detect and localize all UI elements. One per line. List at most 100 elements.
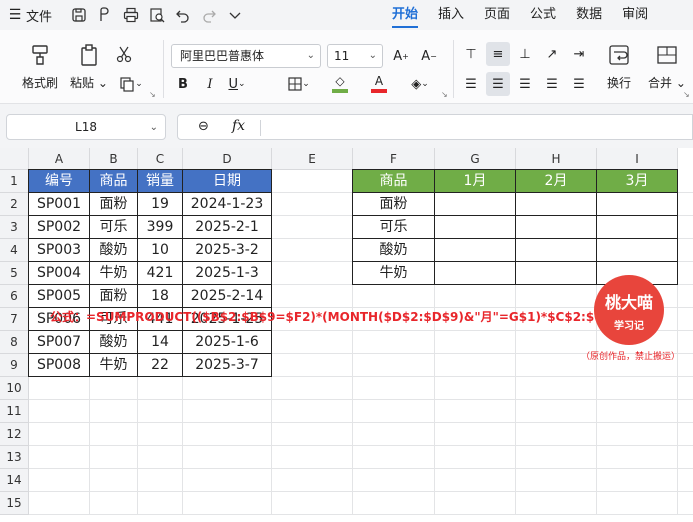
zoom-icon[interactable]: ⊖ (198, 119, 209, 134)
table1-cell[interactable]: 2025-3-7 (183, 354, 271, 376)
table1-cell[interactable]: SP001 (29, 193, 89, 215)
table2-header-cell[interactable]: 2月 (516, 170, 596, 192)
table2-header-cell[interactable]: 3月 (597, 170, 677, 192)
hamburger-menu-icon[interactable]: ☰ (4, 7, 26, 23)
table2-empty-cell[interactable] (597, 216, 677, 238)
table2-empty-cell[interactable] (516, 262, 596, 284)
table2-item-cell[interactable]: 酸奶 (353, 239, 434, 261)
row-header-9[interactable]: 9 (0, 354, 29, 377)
row-header-13[interactable]: 13 (0, 446, 29, 469)
name-box[interactable]: L18 ⌄ (6, 114, 166, 140)
tab-formulas[interactable]: 公式 (520, 0, 566, 30)
row-header-12[interactable]: 12 (0, 423, 29, 446)
increase-font-icon[interactable]: A + (389, 44, 413, 68)
row-header-15[interactable]: 15 (0, 492, 29, 515)
paste-button[interactable]: 粘贴 ⌄ (70, 42, 108, 91)
table1-header-cell[interactable]: 编号 (29, 170, 89, 192)
fx-icon[interactable]: fx (232, 118, 245, 134)
column-header-d[interactable]: D (183, 148, 272, 170)
indent-icon[interactable]: ⇥ (567, 42, 591, 66)
select-all-corner[interactable] (0, 148, 29, 170)
table2-empty-cell[interactable] (435, 262, 515, 284)
table1-cell[interactable]: SP007 (29, 331, 89, 353)
table1-cell[interactable]: 酸奶 (90, 239, 137, 261)
font-name-select[interactable]: 阿里巴巴普惠体 ⌄ (171, 44, 321, 68)
table2-header-cell[interactable]: 商品 (353, 170, 434, 192)
table1-cell[interactable]: 牛奶 (90, 354, 137, 376)
row-header-1[interactable]: 1 (0, 170, 29, 193)
table2-empty-cell[interactable] (597, 239, 677, 261)
justify-icon[interactable]: ☰ (540, 72, 564, 96)
table1-cell[interactable]: 牛奶 (90, 262, 137, 284)
row-header-10[interactable]: 10 (0, 377, 29, 400)
font-size-select[interactable]: 11 ⌄ (327, 44, 383, 68)
font-color-icon[interactable]: A (364, 72, 394, 96)
align-top-icon[interactable]: ⊤ (459, 42, 483, 66)
copy-icon[interactable]: ⌄ (116, 72, 146, 96)
tab-data[interactable]: 数据 (566, 0, 612, 30)
table1-header-cell[interactable]: 日期 (183, 170, 271, 192)
cut-icon[interactable] (112, 42, 136, 66)
orientation-icon[interactable]: ↗ (540, 42, 564, 66)
row-header-5[interactable]: 5 (0, 262, 29, 285)
table2-empty-cell[interactable] (516, 193, 596, 215)
table1-cell[interactable]: 399 (138, 216, 182, 238)
table2-empty-cell[interactable] (435, 239, 515, 261)
table2-empty-cell[interactable] (597, 193, 677, 215)
table2-empty-cell[interactable] (516, 239, 596, 261)
align-middle-icon[interactable]: ≡ (486, 42, 510, 66)
print-icon[interactable] (118, 2, 144, 28)
tab-page[interactable]: 页面 (474, 0, 520, 30)
table1-cell[interactable]: 2024-1-23 (183, 193, 271, 215)
table1-header-cell[interactable]: 商品 (90, 170, 137, 192)
borders-icon[interactable]: ⌄ (284, 72, 314, 96)
row-header-8[interactable]: 8 (0, 331, 29, 354)
print-preview-icon[interactable] (144, 2, 170, 28)
column-header-a[interactable]: A (29, 148, 90, 170)
table1-cell[interactable]: 421 (138, 262, 182, 284)
table1-cell[interactable]: 面粉 (90, 285, 137, 307)
table2-item-cell[interactable]: 牛奶 (353, 262, 434, 284)
redo-icon[interactable] (196, 2, 222, 28)
table1-cell[interactable]: 2025-1-3 (183, 262, 271, 284)
undo-icon[interactable] (170, 2, 196, 28)
row-header-3[interactable]: 3 (0, 216, 29, 239)
table1-cell[interactable]: 10 (138, 239, 182, 261)
eraser-icon[interactable]: ◈ ⌄ (405, 72, 435, 96)
column-header-e[interactable]: E (272, 148, 353, 170)
table1-cell[interactable]: 2025-2-1 (183, 216, 271, 238)
row-header-4[interactable]: 4 (0, 239, 29, 262)
font-expand-icon[interactable]: ↘ (441, 90, 448, 99)
alignment-expand-icon[interactable]: ↘ (683, 90, 690, 99)
table1-cell[interactable]: 2025-3-2 (183, 239, 271, 261)
table1-cell[interactable]: 2025-2-14 (183, 285, 271, 307)
table2-header-cell[interactable]: 1月 (435, 170, 515, 192)
table2-empty-cell[interactable] (435, 216, 515, 238)
table1-cell[interactable]: SP002 (29, 216, 89, 238)
underline-icon[interactable]: U ⌄ (225, 72, 249, 96)
decrease-font-icon[interactable]: A − (417, 44, 441, 68)
format-painter-button[interactable]: 格式刷 (22, 42, 58, 91)
column-header-c[interactable]: C (138, 148, 183, 170)
wrap-text-button[interactable]: 换行 (606, 42, 632, 91)
table2-item-cell[interactable]: 面粉 (353, 193, 434, 215)
fill-color-icon[interactable]: ◇ (325, 72, 355, 96)
row-header-14[interactable]: 14 (0, 469, 29, 492)
align-left-icon[interactable]: ☰ (459, 72, 483, 96)
tab-home[interactable]: 开始 (382, 0, 428, 30)
table2-empty-cell[interactable] (516, 216, 596, 238)
tab-review[interactable]: 审阅 (612, 0, 658, 30)
table1-cell[interactable]: 2025-1-6 (183, 331, 271, 353)
export-pdf-icon[interactable] (92, 2, 118, 28)
row-header-6[interactable]: 6 (0, 285, 29, 308)
merge-button[interactable]: 合并 ⌄ (648, 42, 686, 91)
save-icon[interactable] (66, 2, 92, 28)
row-header-2[interactable]: 2 (0, 193, 29, 216)
distributed-icon[interactable]: ☰ (567, 72, 591, 96)
table1-header-cell[interactable]: 销量 (138, 170, 182, 192)
table2-empty-cell[interactable] (435, 193, 515, 215)
table1-cell[interactable]: SP003 (29, 239, 89, 261)
clipboard-expand-icon[interactable]: ↘ (149, 90, 156, 99)
column-header-h[interactable]: H (516, 148, 597, 170)
table1-cell[interactable]: 22 (138, 354, 182, 376)
